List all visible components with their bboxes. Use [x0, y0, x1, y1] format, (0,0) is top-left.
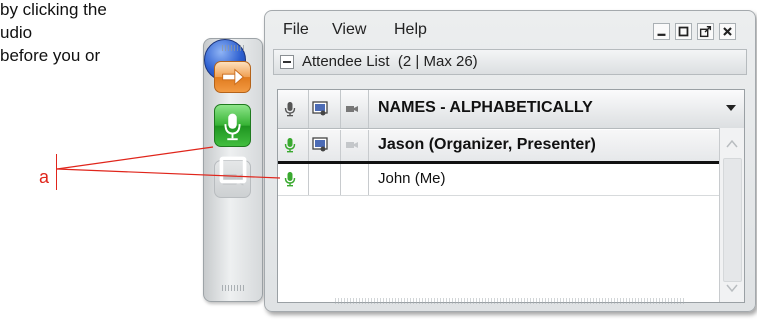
annotation-bracket [56, 154, 57, 190]
chevron-down-icon [726, 284, 738, 293]
header-mic-column[interactable] [278, 90, 309, 128]
scroll-up-button[interactable] [724, 136, 740, 152]
mic-cell[interactable] [278, 130, 309, 161]
close-icon [723, 27, 732, 36]
scroll-thumb[interactable] [723, 158, 742, 282]
scroll-down-button[interactable] [724, 280, 740, 296]
attendee-list-title: Attendee List (2 | Max 26) [302, 53, 478, 70]
menu-view[interactable]: View [332, 21, 366, 39]
instruction-line: by clicking the [0, 0, 107, 19]
chevron-up-icon [726, 139, 738, 148]
video-camera-icon [346, 142, 358, 148]
minimize-icon [657, 33, 666, 36]
video-cell[interactable] [340, 130, 369, 161]
attendee-table: NAMES - ALPHABETICALLY Jason (Organizer,… [277, 89, 745, 303]
list-title-text: Attendee List [302, 53, 390, 70]
minimize-button[interactable] [653, 23, 670, 40]
chevron-down-icon[interactable] [726, 105, 736, 111]
list-scrollbar[interactable] [719, 128, 744, 302]
close-button[interactable] [719, 23, 736, 40]
header-presenter-column[interactable] [308, 90, 341, 128]
attendee-window: File View Help Attendee List (2 | Max 26… [264, 10, 756, 312]
popout-button[interactable] [697, 23, 714, 40]
presenter-icon [312, 137, 328, 152]
attendee-row[interactable]: John (Me) [278, 164, 721, 196]
attendee-name: Jason (Organizer, Presenter) [378, 136, 596, 153]
popout-icon [699, 25, 712, 38]
microphone-icon [284, 138, 296, 153]
instruction-line: before you or [0, 46, 101, 65]
instruction-text: by clicking the udio before you or [0, 0, 200, 67]
presenter-icon [312, 101, 328, 116]
presenter-cell[interactable] [308, 130, 341, 161]
panel-grip-bottom[interactable] [222, 285, 244, 291]
attendee-row[interactable]: Jason (Organizer, Presenter) [278, 130, 721, 164]
attendee-list-bar: Attendee List (2 | Max 26) [273, 49, 747, 75]
restore-icon [678, 26, 689, 37]
collapse-list-button[interactable] [280, 55, 294, 69]
header-video-column[interactable] [340, 90, 369, 128]
microphone-icon [284, 172, 296, 187]
video-cell[interactable] [340, 164, 369, 195]
meeting-controls-panel [203, 38, 263, 302]
mic-cell[interactable] [278, 164, 309, 195]
annotation-label: a [39, 167, 50, 187]
instruction-line: udio [0, 23, 33, 42]
menu-bar: File View Help [265, 11, 755, 47]
table-header: NAMES - ALPHABETICALLY [278, 90, 744, 129]
restore-button[interactable] [675, 23, 692, 40]
microphone-icon [284, 102, 296, 117]
menu-help[interactable]: Help [394, 21, 427, 39]
share-screen-icon [219, 156, 247, 184]
names-sort-header[interactable]: NAMES - ALPHABETICALLY [378, 99, 593, 117]
attendee-count: (2 | Max 26) [397, 53, 478, 70]
window-resize-grip[interactable] [335, 298, 685, 304]
share-screen-button[interactable] [204, 39, 247, 184]
presenter-cell[interactable] [308, 164, 341, 195]
menu-file[interactable]: File [283, 21, 309, 39]
attendee-name: John (Me) [378, 170, 446, 187]
video-camera-icon [346, 106, 358, 112]
